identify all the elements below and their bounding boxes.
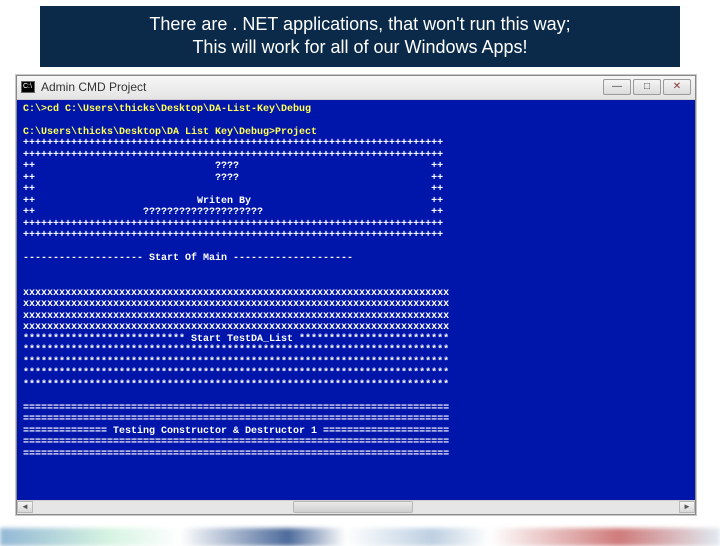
console-output: C:\>cd C:\Users\thicks\Desktop\DA-List-K… xyxy=(17,100,695,500)
console-line: xxxxxxxxxxxxxxxxxxxxxxxxxxxxxxxxxxxxxxxx… xyxy=(23,322,449,333)
console-line: ++++++++++++++++++++++++++++++++++++++++… xyxy=(23,138,443,149)
console-line: ****************************************… xyxy=(23,368,449,379)
maximize-button[interactable]: □ xyxy=(633,79,661,95)
caption-banner: There are . NET applications, that won't… xyxy=(40,6,680,67)
console-line: -------------------- Start Of Main -----… xyxy=(23,253,353,264)
console-line: C:\Users\thicks\Desktop\DA List Key\Debu… xyxy=(23,127,317,138)
scroll-right-icon[interactable]: ► xyxy=(679,501,695,513)
console-line: ========================================… xyxy=(23,437,449,448)
console-line: xxxxxxxxxxxxxxxxxxxxxxxxxxxxxxxxxxxxxxxx… xyxy=(23,299,449,310)
console-line: ++++++++++++++++++++++++++++++++++++++++… xyxy=(23,150,443,161)
console-line: ========================================… xyxy=(23,403,449,414)
console-line: ++++++++++++++++++++++++++++++++++++++++… xyxy=(23,230,443,241)
scroll-left-icon[interactable]: ◄ xyxy=(17,501,33,513)
caption-line-1: There are . NET applications, that won't… xyxy=(49,13,671,36)
window-buttons: — □ ✕ xyxy=(603,79,691,95)
console-line: xxxxxxxxxxxxxxxxxxxxxxxxxxxxxxxxxxxxxxxx… xyxy=(23,288,449,299)
caption-line-2: This will work for all of our Windows Ap… xyxy=(49,36,671,59)
console-line: *************************** Start TestDA… xyxy=(23,334,449,345)
horizontal-scrollbar[interactable]: ◄ ► xyxy=(17,500,695,514)
scroll-thumb[interactable] xyxy=(293,501,413,513)
console-line xyxy=(23,242,29,253)
cmd-icon: C:\ xyxy=(21,81,35,93)
console-line: ========================================… xyxy=(23,414,449,425)
console-line: ++++++++++++++++++++++++++++++++++++++++… xyxy=(23,219,443,230)
console-line: ****************************************… xyxy=(23,380,449,391)
console-line: ++ ++ xyxy=(23,184,443,195)
console-window: C:\ Admin CMD Project — □ ✕ C:\>cd C:\Us… xyxy=(16,75,696,515)
console-line: ****************************************… xyxy=(23,357,449,368)
minimize-button[interactable]: — xyxy=(603,79,631,95)
console-line: ========================================… xyxy=(23,449,449,460)
console-line: C:\>cd C:\Users\thicks\Desktop\DA-List-K… xyxy=(23,104,311,115)
background-blur xyxy=(0,528,720,546)
console-line: ++ ???? ++ xyxy=(23,161,443,172)
console-line xyxy=(23,391,29,402)
console-line: xxxxxxxxxxxxxxxxxxxxxxxxxxxxxxxxxxxxxxxx… xyxy=(23,311,449,322)
console-line xyxy=(23,276,29,287)
window-title: Admin CMD Project xyxy=(41,80,597,94)
console-line: ++ Writen By ++ xyxy=(23,196,443,207)
console-line: ++ ???????????????????? ++ xyxy=(23,207,443,218)
titlebar[interactable]: C:\ Admin CMD Project — □ ✕ xyxy=(17,76,695,100)
close-button[interactable]: ✕ xyxy=(663,79,691,95)
console-line xyxy=(23,265,29,276)
console-line xyxy=(23,115,29,126)
console-line: ++ ???? ++ xyxy=(23,173,443,184)
console-line: ============== Testing Constructor & Des… xyxy=(23,426,449,437)
console-line: ****************************************… xyxy=(23,345,449,356)
